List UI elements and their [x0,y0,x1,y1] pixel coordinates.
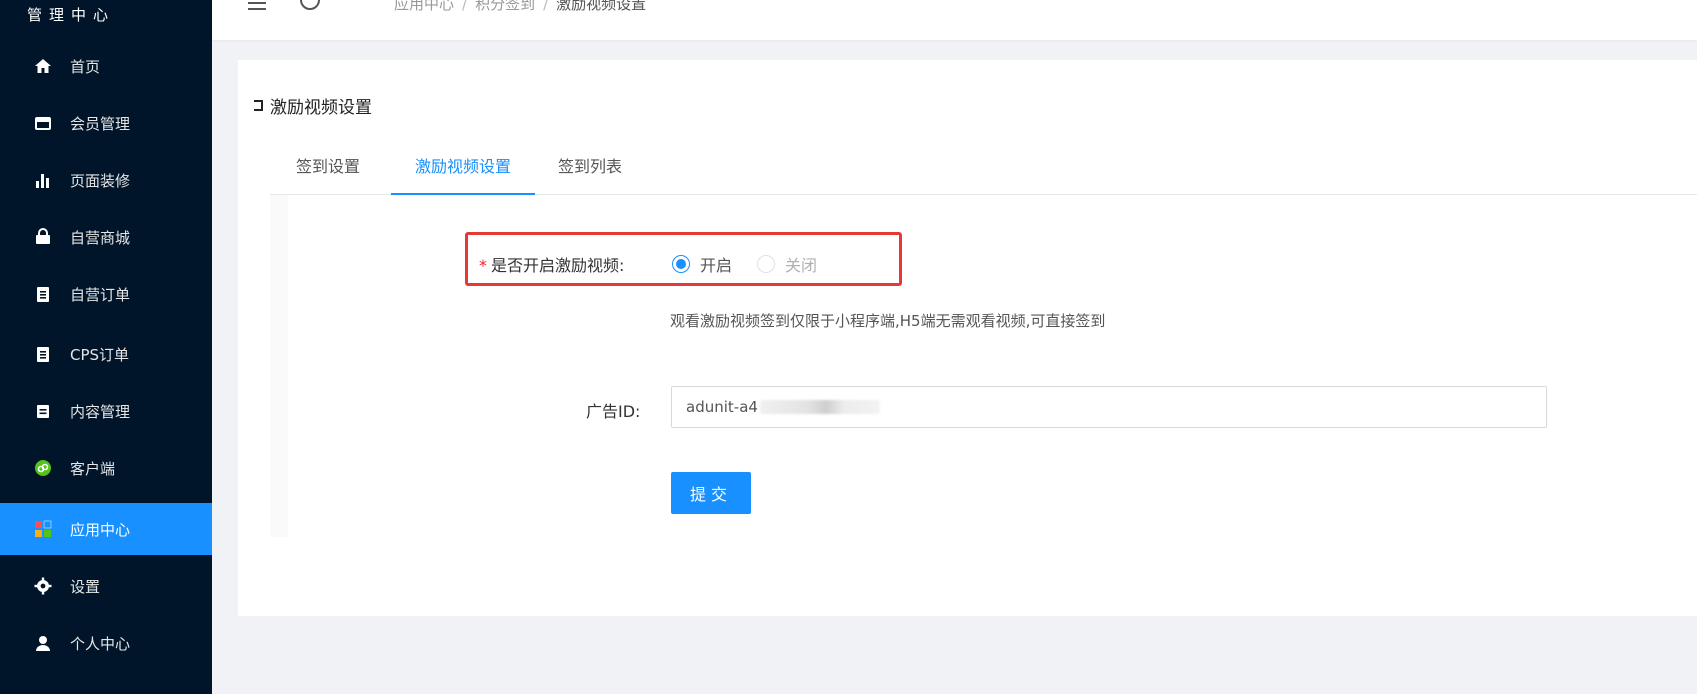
sidebar-item-label: 首页 [70,57,101,76]
app-center-icon [34,520,52,538]
settings-card: 激励视频设置 签到设置 激励视频设置 签到列表 [238,60,1697,616]
sidebar-item-label: 个人中心 [70,634,131,653]
sidebar-item-cps-order[interactable]: CPS订单 [0,328,212,380]
cps-order-icon [34,345,52,363]
sidebar-item-label: 页面装修 [70,171,131,190]
submit-button[interactable]: 提交 [671,472,751,514]
brand-title: 管理中心 [26,6,115,24]
ad-id-input[interactable]: adunit-a4 [671,386,1547,428]
ad-id-value: adunit-a4 [686,398,758,416]
sidebar-item-content[interactable]: 内容管理 [0,385,212,437]
tab-sign-list[interactable]: 签到列表 [534,145,646,195]
breadcrumb: 应用中心 / 积分签到 / 激励视频设置 [394,0,646,14]
hint-text: 观看激励视频签到仅限于小程序端,H5端无需观看视频,可直接签到 [670,312,1106,330]
sidebar-item-label: 内容管理 [70,402,131,421]
sidebar-item-label: 客户端 [70,459,116,478]
card-title-text: 激励视频设置 [270,98,372,118]
tab-reward-video[interactable]: 激励视频设置 [391,145,536,195]
sidebar-item-profile[interactable]: 个人中心 [0,617,212,669]
radio-enable-on[interactable]: 开启 [672,252,732,276]
enable-video-label: * 是否开启激励视频: [479,252,624,276]
breadcrumb-item[interactable]: 应用中心 [394,0,454,13]
sidebar: 管理中心 首页 会员管理 页面装修 自营商城 自营订单 CPS订单 内容管理 客… [0,0,212,694]
sidebar-item-self-order[interactable]: 自营订单 [0,268,212,320]
sidebar-item-home[interactable]: 首页 [0,40,212,92]
tab-sign-settings[interactable]: 签到设置 [272,145,384,195]
user-icon [34,634,52,652]
sidebar-item-client[interactable]: 客户端 [0,442,212,494]
order-icon [34,285,52,303]
content-icon [34,402,52,420]
required-mark: * [479,256,487,275]
menu-toggle-icon[interactable] [248,0,266,10]
tabs: 签到设置 激励视频设置 签到列表 [270,145,1697,195]
sidebar-item-label: 自营订单 [70,285,131,304]
breadcrumb-item[interactable]: 积分签到 [475,0,535,13]
radio-enable-off[interactable]: 关闭 [757,252,817,276]
radio-dot-icon [757,255,775,273]
sidebar-item-label: 自营商城 [70,228,131,247]
sidebar-item-member[interactable]: 会员管理 [0,97,212,149]
sidebar-item-label: 应用中心 [70,520,131,539]
sidebar-item-settings[interactable]: 设置 [0,560,212,612]
sidebar-item-label: 会员管理 [70,114,131,133]
radio-label: 开启 [700,256,733,275]
home-icon [34,57,52,75]
top-header: 应用中心 / 积分签到 / 激励视频设置 [212,0,1697,40]
member-icon [34,114,52,132]
sidebar-item-shop[interactable]: 自营商城 [0,211,212,263]
title-bracket-icon [254,100,263,111]
redacted-blur [759,400,880,414]
bar-chart-icon [34,171,52,189]
refresh-icon[interactable] [300,0,320,10]
client-icon [34,459,52,477]
enable-video-label-text: 是否开启激励视频: [491,256,625,275]
sidebar-item-label: 设置 [70,577,101,596]
form-side-band [270,195,288,537]
sidebar-item-label: CPS订单 [70,345,130,364]
shop-bag-icon [34,228,52,246]
card-title: 激励视频设置 [254,93,372,118]
breadcrumb-current: 激励视频设置 [556,0,647,13]
radio-label: 关闭 [785,256,818,275]
ad-id-label: 广告ID: [586,402,641,421]
radio-dot-icon [672,255,690,273]
sidebar-item-app-center[interactable]: 应用中心 [0,503,212,555]
brand: 管理中心 [0,0,212,36]
gear-icon [34,577,52,595]
sidebar-item-page-decor[interactable]: 页面装修 [0,154,212,206]
